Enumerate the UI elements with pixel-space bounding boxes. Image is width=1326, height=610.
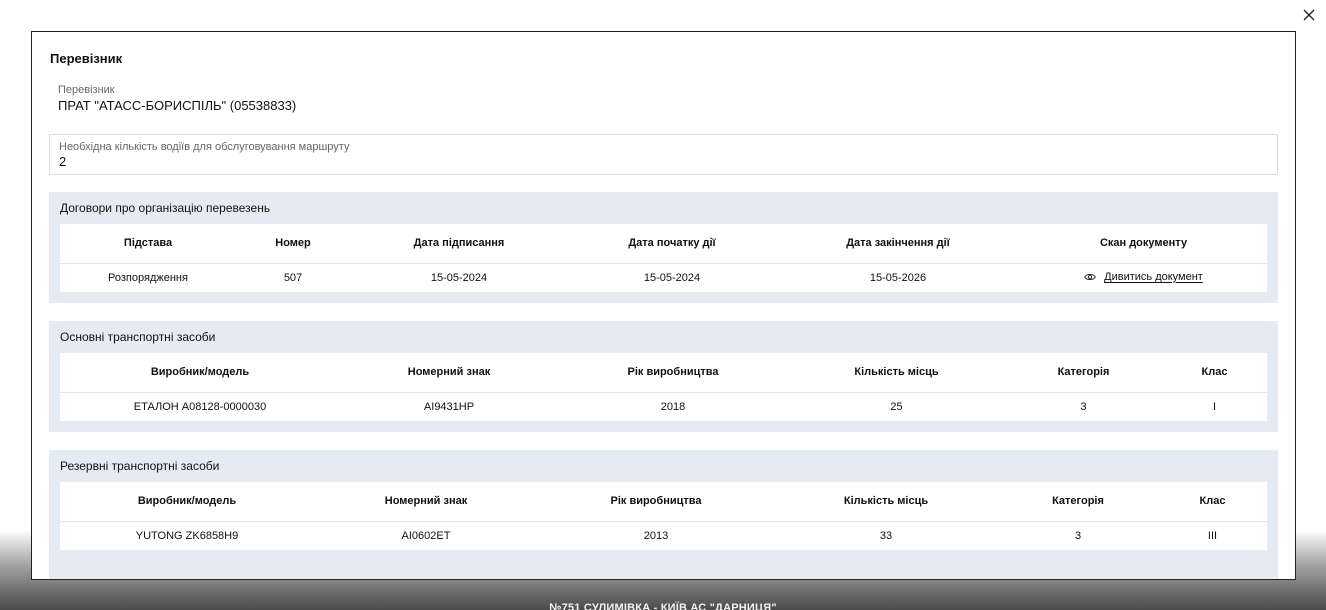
cell-model: YUTONG ZK6858H9 [135,529,239,542]
column-header: Клас [1158,482,1267,522]
contracts-title: Договори про організацію перевезень [60,201,271,215]
cell-category: 3 [1074,529,1082,542]
cell-class: I [1212,400,1217,413]
cell-year: 2013 [643,529,669,542]
column-header: Рік виробництва [538,482,774,522]
column-header: Виробник/модель [60,482,314,522]
main-vehicles-title: Основні транспортні засоби [60,330,216,344]
column-header: Дата підписання [350,224,568,264]
main-vehicles-section: Основні транспортні засоби Виробник/моде… [49,321,1278,432]
column-header: Номерний знак [314,482,538,522]
eye-icon [1084,273,1096,280]
reserve-vehicles-title: Резервні транспортні засоби [60,459,220,473]
close-icon [1303,9,1315,21]
background-route-caption: №751 СУЛИМІВКА - КИЇВ АС "ДАРНИЦЯ" [549,602,777,610]
table-header-row: Виробник/модель Номерний знак Рік виробн… [60,482,1267,522]
cell-plate: АІ0602ЕТ [401,529,451,542]
cell-scan: Дивитись документ [1020,263,1267,292]
column-header: Кількість місць [788,353,1005,393]
view-document-link[interactable]: Дивитись документ [1084,271,1203,283]
cell-model: ЕТАЛОН А08128-0000030 [133,400,267,413]
cell-start-date: 15-05-2024 [643,271,701,284]
cell-seats: 33 [879,529,893,542]
table-header-row: Підстава Номер Дата підписання Дата поча… [60,224,1267,264]
column-header: Номер [236,224,350,264]
cell-year: 2018 [660,400,686,413]
column-header: Рік виробництва [558,353,788,393]
view-document-label: Дивитись документ [1104,270,1203,283]
column-header: Номерний знак [340,353,558,393]
column-header: Дата закінчення дії [776,224,1020,264]
column-header: Скан документу [1020,224,1267,264]
reserve-vehicles-section: Резервні транспортні засоби Виробник/мод… [49,450,1278,579]
cell-end-date: 15-05-2026 [869,271,927,284]
drivers-count-label: Необхідна кількість водіїв для обслугову… [59,141,350,153]
table-header-row: Виробник/модель Номерний знак Рік виробн… [60,353,1267,393]
column-header: Кількість місць [774,482,998,522]
close-button[interactable] [1301,7,1317,23]
cell-basis: Розпорядження [108,271,188,284]
drivers-count-field: Необхідна кількість водіїв для обслугову… [49,134,1278,175]
column-header: Виробник/модель [60,353,340,393]
column-header: Категорія [998,482,1158,522]
column-header: Категорія [1005,353,1162,393]
cell-seats: 25 [890,400,903,413]
column-header: Клас [1162,353,1267,393]
cell-plate: АІ9431НР [423,400,475,413]
cell-class: III [1207,529,1218,542]
table-row: Розпорядження 507 15-05-2024 15-05-2024 … [60,263,1267,292]
column-header: Підстава [60,224,236,264]
cell-number: 507 [283,271,303,284]
column-header: Дата початку дії [568,224,776,264]
carrier-label: Перевізник [58,84,115,96]
carrier-modal: Перевізник Перевізник ПРАТ "АТАСС-БОРИСП… [31,31,1296,580]
reserve-vehicles-table: Виробник/модель Номерний знак Рік виробн… [60,482,1267,550]
main-vehicles-table: Виробник/модель Номерний знак Рік виробн… [60,353,1267,421]
carrier-value: ПРАТ "АТАСС-БОРИСПІЛЬ" (05538833) [58,98,297,113]
cell-category: 3 [1080,400,1087,413]
table-row: ЕТАЛОН А08128-0000030 АІ9431НР 2018 25 3… [60,392,1267,421]
contracts-section: Договори про організацію перевезень Підс… [49,192,1278,303]
carrier-field: Перевізник ПРАТ "АТАСС-БОРИСПІЛЬ" (05538… [58,84,296,113]
modal-title: Перевізник [50,51,123,66]
table-row: YUTONG ZK6858H9 АІ0602ЕТ 2013 33 3 III [60,521,1267,550]
cell-signed-date: 15-05-2024 [430,271,488,284]
contracts-table: Підстава Номер Дата підписання Дата поча… [60,224,1267,292]
drivers-count-value: 2 [59,154,67,169]
